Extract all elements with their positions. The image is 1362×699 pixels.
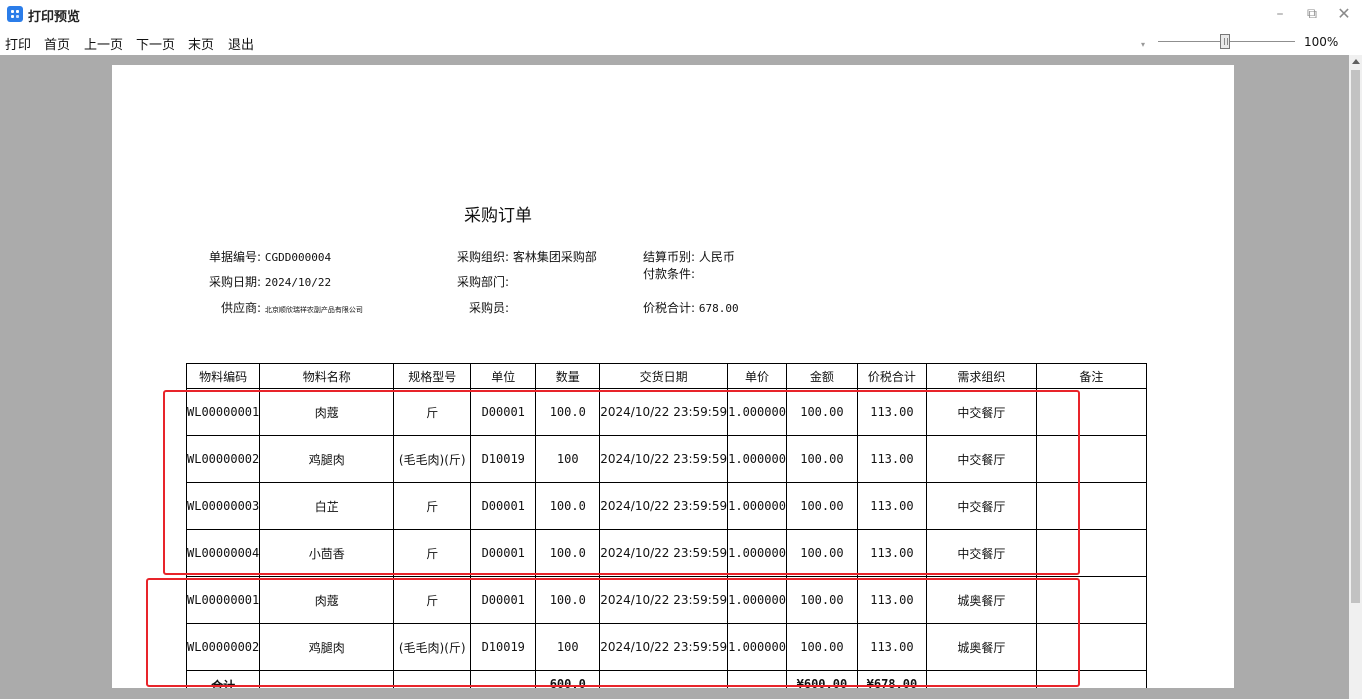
menu-prev-page[interactable]: 上一页: [84, 34, 123, 53]
scroll-up-icon[interactable]: [1352, 59, 1360, 64]
menu-last-page[interactable]: 末页: [188, 34, 214, 53]
purchase-dept-field: 采购部门:: [457, 275, 510, 289]
buyer-field: 采购员:: [469, 301, 510, 315]
column-header: 单价: [727, 363, 787, 389]
menu-next-page[interactable]: 下一页: [136, 34, 175, 53]
minimize-icon[interactable]: –: [1270, 4, 1290, 24]
title-bar: 打印预览 – ⧉ ✕: [0, 0, 1362, 28]
zoom-label: 100%: [1304, 35, 1339, 49]
vertical-scrollbar[interactable]: [1349, 55, 1362, 699]
column-header: 数量: [535, 363, 601, 389]
column-header: 物料编码: [185, 363, 261, 389]
app-icon: [7, 6, 23, 22]
purchase-org-field: 采购组织: 客林集团采购部: [457, 250, 597, 264]
table-header-row: 物料编码 物料名称 规格型号 单位 数量 交货日期 单价 金额 价税合计 需求组…: [185, 363, 1147, 389]
highlight-box-group-2: [146, 578, 1080, 687]
column-header: 备注: [1035, 363, 1147, 389]
purchase-date-field: 采购日期: 2024/10/22: [209, 275, 332, 289]
column-header: 交货日期: [599, 363, 729, 389]
menu-print[interactable]: 打印: [5, 34, 31, 53]
highlight-box-group-1: [163, 390, 1080, 575]
restore-icon[interactable]: ⧉: [1302, 4, 1322, 24]
payment-terms-field: 付款条件:: [643, 267, 696, 281]
window-title: 打印预览: [28, 10, 81, 25]
currency-field: 结算币别: 人民币: [643, 250, 735, 264]
tax-total-field: 价税合计: 678.00: [643, 301, 739, 315]
column-header: 物料名称: [259, 363, 395, 389]
column-header: 规格型号: [393, 363, 472, 389]
column-header: 单位: [470, 363, 537, 389]
toolbar-overflow-icon[interactable]: ▾: [1141, 40, 1145, 49]
close-icon[interactable]: ✕: [1334, 4, 1354, 24]
scroll-thumb[interactable]: [1351, 70, 1360, 603]
doc-no-field: 单据编号: CGDD000004: [209, 250, 332, 264]
column-header: 金额: [785, 363, 858, 389]
menu-first-page[interactable]: 首页: [44, 34, 70, 53]
supplier-field: 供应商: 北京顺欣瑞祥农副产品有限公司: [221, 301, 363, 315]
column-header: 需求组织: [925, 363, 1037, 389]
menu-exit[interactable]: 退出: [228, 34, 254, 53]
document-title: 采购订单: [464, 206, 532, 226]
zoom-slider-thumb[interactable]: [1220, 34, 1230, 49]
column-header: 价税合计: [856, 363, 927, 389]
